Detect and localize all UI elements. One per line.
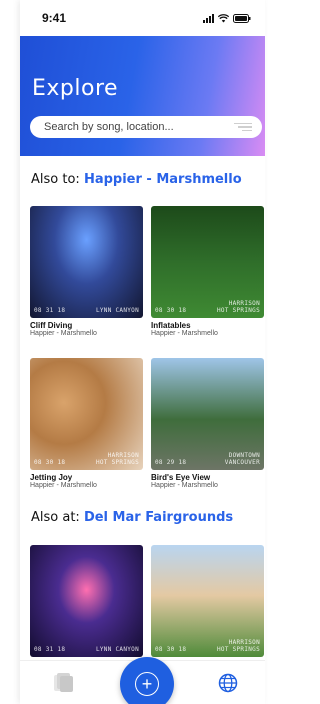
thumbnail-date: 08 30 18 <box>155 646 187 653</box>
video-thumbnail[interactable]: 08 29 18 DOWNTOWN VANCOUVER <box>151 358 264 470</box>
thumbnail-location: HARRISON HOT SPRINGS <box>216 300 260 314</box>
section-title-location: Also at: Del Mar Fairgrounds <box>31 510 233 525</box>
video-subtitle: Happier - Marshmello <box>30 330 97 337</box>
status-bar: 9:41 <box>20 0 265 36</box>
thumbnail-date: 08 30 18 <box>34 459 66 466</box>
filter-icon[interactable] <box>234 122 252 132</box>
thumbnail-date: 08 31 18 <box>34 307 66 314</box>
plus-circle-icon: + <box>135 672 159 696</box>
add-button[interactable]: + <box>120 657 174 704</box>
thumbnail-location: LYNN CANYON <box>95 307 139 314</box>
phone-screen: 9:41 Explore Search by song, location... <box>20 0 265 704</box>
section-title-song: Also to: Happier - Marshmello <box>31 172 242 187</box>
thumbnail-date: 08 30 18 <box>155 307 187 314</box>
signal-icon <box>203 13 214 23</box>
video-title: Cliff Diving <box>30 321 73 330</box>
video-thumbnail[interactable]: 08 30 18 HARRISON HOT SPRINGS <box>30 358 143 470</box>
video-thumbnail[interactable]: 08 31 18 LYNN CANYON <box>30 206 143 318</box>
explore-header: Explore Search by song, location... <box>20 36 265 156</box>
globe-icon[interactable] <box>218 673 238 693</box>
video-subtitle: Happier - Marshmello <box>151 482 218 489</box>
thumbnail-date: 08 29 18 <box>155 459 187 466</box>
section-prefix: Also at: <box>31 510 80 525</box>
thumbnail-location: HARRISON HOT SPRINGS <box>216 639 260 653</box>
video-subtitle: Happier - Marshmello <box>151 330 218 337</box>
thumbnail-location: LYNN CANYON <box>95 646 139 653</box>
status-time: 9:41 <box>42 11 67 25</box>
thumbnail-date: 08 31 18 <box>34 646 66 653</box>
video-card[interactable]: 08 30 18 HARRISON HOT SPRINGS Jetting Jo… <box>30 358 143 489</box>
search-input[interactable]: Search by song, location... <box>30 116 262 138</box>
battery-icon <box>233 13 251 23</box>
song-link[interactable]: Happier - Marshmello <box>84 172 242 187</box>
video-subtitle: Happier - Marshmello <box>30 482 97 489</box>
video-card[interactable]: 08 31 18 LYNN CANYON <box>30 545 143 657</box>
video-thumbnail[interactable]: 08 30 18 HARRISON HOT SPRINGS <box>151 206 264 318</box>
video-thumbnail[interactable]: 08 31 18 LYNN CANYON <box>30 545 143 657</box>
video-title: Bird's Eye View <box>151 473 211 482</box>
thumbnail-location: HARRISON HOT SPRINGS <box>95 452 139 466</box>
section-prefix: Also to: <box>31 172 80 187</box>
video-title: Inflatables <box>151 321 191 330</box>
search-placeholder: Search by song, location... <box>44 121 174 133</box>
location-link[interactable]: Del Mar Fairgrounds <box>84 510 233 525</box>
stacked-cards-icon[interactable] <box>54 673 74 693</box>
video-card[interactable]: 08 31 18 LYNN CANYON Cliff Diving Happie… <box>30 206 143 337</box>
wifi-icon <box>218 13 229 22</box>
tab-bar: + <box>20 657 265 704</box>
video-title: Jetting Joy <box>30 473 73 482</box>
video-card[interactable]: 08 29 18 DOWNTOWN VANCOUVER Bird's Eye V… <box>151 358 264 489</box>
video-card[interactable]: 08 30 18 HARRISON HOT SPRINGS Inflatable… <box>151 206 264 337</box>
thumbnail-location: DOWNTOWN VANCOUVER <box>224 452 260 466</box>
video-thumbnail[interactable]: 08 30 18 HARRISON HOT SPRINGS <box>151 545 264 657</box>
page-title: Explore <box>32 76 119 101</box>
video-card[interactable]: 08 30 18 HARRISON HOT SPRINGS <box>151 545 264 657</box>
status-icons <box>203 13 251 23</box>
